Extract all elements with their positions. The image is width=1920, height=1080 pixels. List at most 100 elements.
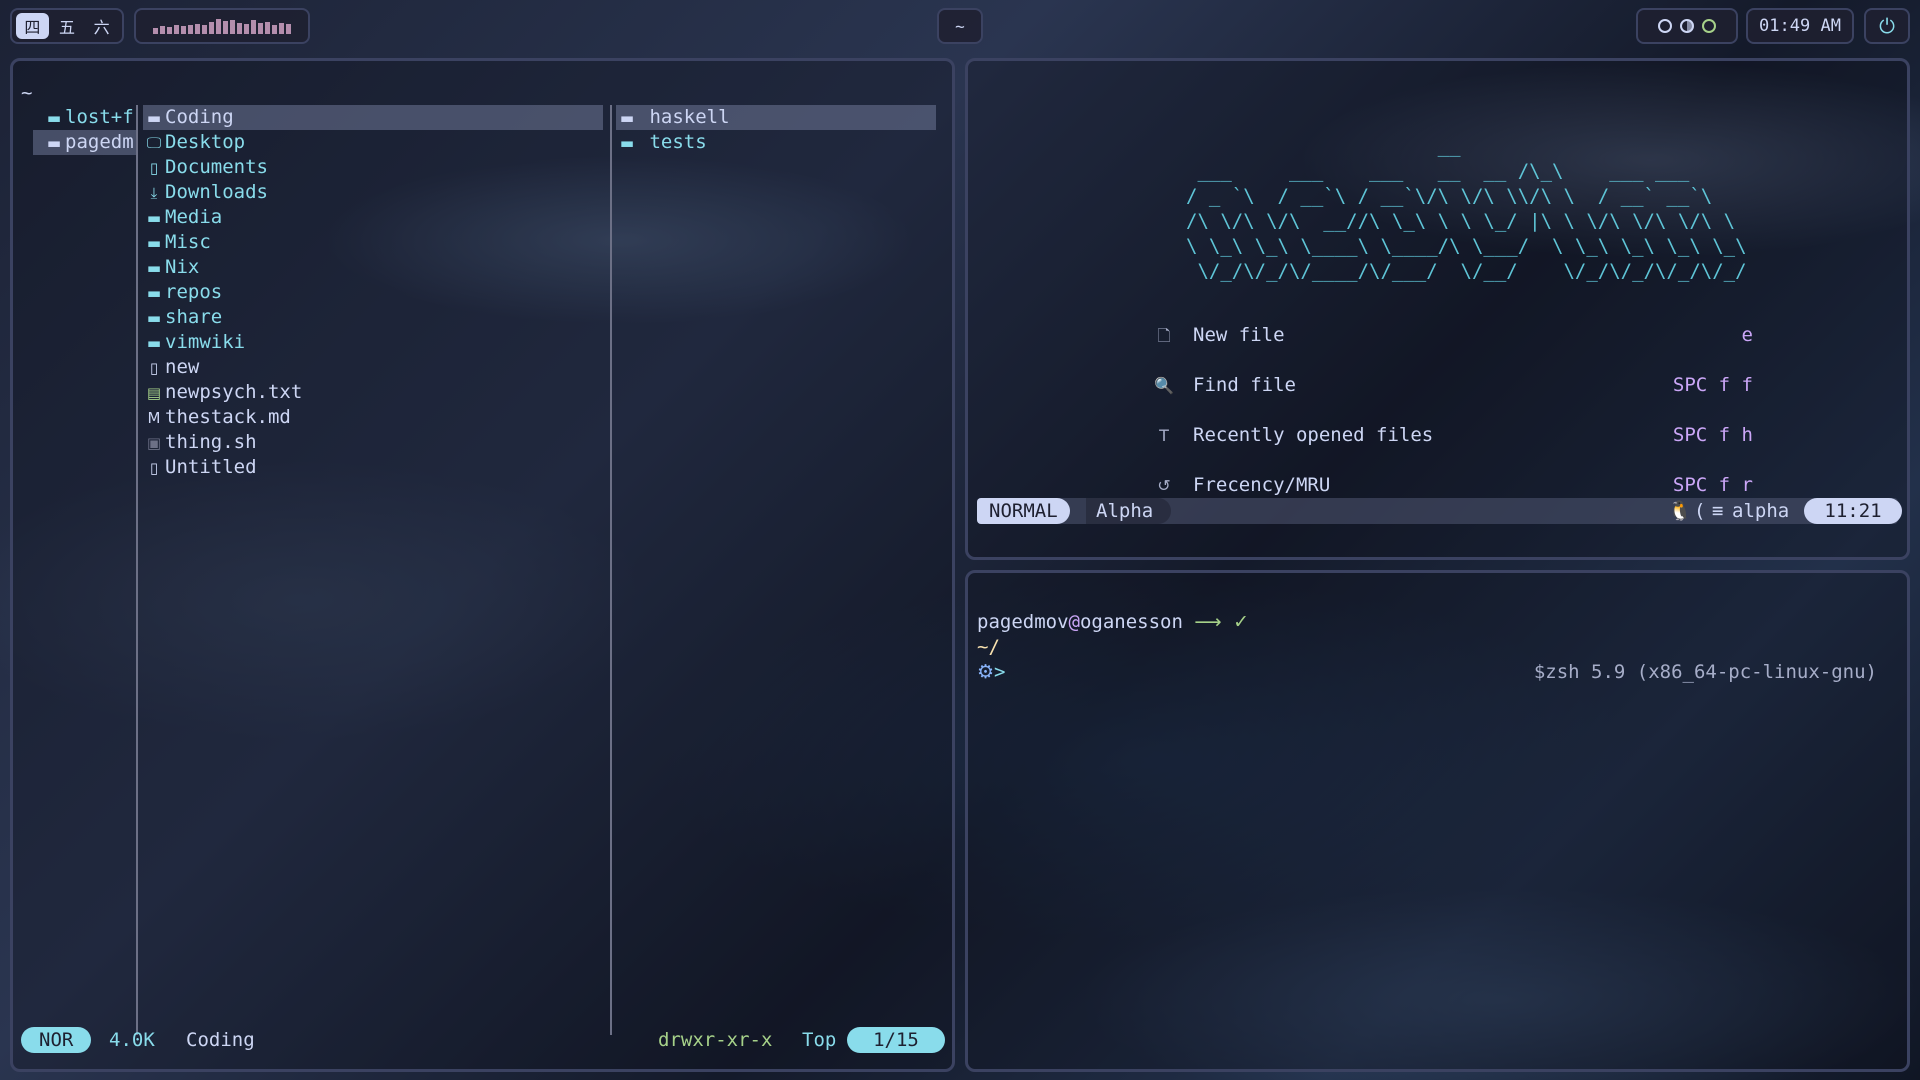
right-prompt: $zsh 5.9 (x86_64-pc-linux-gnu)	[1533, 661, 1877, 683]
file-list-label: Documents	[165, 156, 268, 178]
file-manager-pane[interactable]: ~ ▬ lost+f ▬ pagedm ▬ Coding 🖵 Desktop ▯ Docume…	[10, 58, 955, 1072]
menu-label: New file	[1193, 324, 1285, 346]
file-list-label: share	[165, 306, 223, 328]
file-list-item[interactable]: ▯ Documents	[143, 155, 268, 180]
folder-icon: ▬	[146, 259, 162, 277]
visualizer-bar	[153, 28, 158, 34]
prompt-at: @	[1068, 611, 1080, 633]
file-list-item[interactable]: ▯ Untitled	[143, 455, 257, 480]
parent-item[interactable]: ▬ lost+f	[43, 105, 134, 130]
fm-mode-indicator: NOR	[21, 1027, 92, 1053]
prompt-input-line[interactable]: ⚙>	[977, 660, 1006, 685]
file-list-item[interactable]: ▬ Coding	[143, 105, 603, 130]
frecency-button[interactable]: ↺ Frecency/MRU SPC f r	[1153, 473, 1753, 498]
fm-item-count: 1/15	[847, 1027, 945, 1053]
terminal-pane[interactable]: pagedmov@oganesson ⟶ ✓ ~/ ⚙> $zsh 5.9 (x…	[965, 570, 1910, 1072]
power-button[interactable]: ⏻	[1864, 8, 1910, 44]
file-list-item[interactable]: 🖵 Desktop	[143, 130, 245, 155]
half-circle-icon[interactable]	[1680, 19, 1694, 33]
visualizer-bar	[209, 22, 214, 34]
new-file-button[interactable]: 🗋 New file e	[1153, 323, 1753, 348]
file-list-item[interactable]: ▬ repos	[143, 280, 222, 305]
file-list-label: vimwiki	[165, 331, 246, 353]
file-icon: ▯	[149, 359, 159, 377]
preview-item[interactable]: ▬ haskell	[616, 105, 936, 130]
current-path: ~	[21, 82, 33, 104]
workspace-2-button[interactable]: 五	[51, 13, 84, 39]
new-file-icon: 🗋	[1157, 326, 1171, 345]
clock: 01:49 AM	[1746, 8, 1854, 44]
window-title: ~	[937, 8, 983, 44]
visualizer-bar	[230, 20, 235, 34]
column-divider	[610, 105, 612, 1035]
menu-shortcut: SPC f h	[1672, 424, 1753, 446]
file-list-label: thestack.md	[165, 406, 291, 428]
folder-icon: ▬	[146, 109, 162, 127]
find-file-button[interactable]: 🔍 Find file SPC f f	[1153, 373, 1753, 398]
file-list-label: repos	[165, 281, 223, 303]
file-list-label: Media	[165, 206, 223, 228]
preview-item[interactable]: ▬ tests	[616, 130, 707, 155]
preview-item-label: haskell	[649, 106, 730, 128]
filetype-label: alpha	[1732, 500, 1790, 522]
prompt-host: oganesson	[1079, 611, 1183, 633]
file-list-label: Untitled	[165, 456, 257, 478]
fm-permissions: drwxr-xr-x	[658, 1029, 773, 1051]
linux-icon: 🐧	[1668, 500, 1692, 522]
prompt-user: pagedmov	[977, 611, 1069, 633]
gear-icon: ⚙	[977, 661, 995, 683]
visualizer-bar	[251, 20, 256, 34]
menu-label: Find file	[1193, 374, 1296, 396]
file-list-item[interactable]: Mthestack.md	[143, 405, 291, 430]
file-list-label: Desktop	[165, 131, 246, 153]
file-list-label: thing.sh	[165, 431, 257, 453]
recent-files-button[interactable]: T Recently opened files SPC f h	[1153, 423, 1753, 448]
file-list-item[interactable]: ▬ vimwiki	[143, 330, 245, 355]
file-list-item[interactable]: ▣ thing.sh	[143, 430, 257, 455]
downloads-icon: ⤓	[150, 184, 158, 202]
file-icon: ▯	[149, 459, 159, 477]
file-list-item[interactable]: ▬ Misc	[143, 230, 211, 255]
file-list-item[interactable]: ⤓ Downloads	[143, 180, 268, 205]
documents-icon: ▯	[149, 159, 159, 177]
menu-label: Frecency/MRU	[1193, 474, 1331, 496]
preview-item-label: tests	[649, 131, 707, 153]
check-icon: ✓	[1233, 611, 1249, 633]
editor-pane[interactable]: __ ___ ___ ___ __ __ /\_\ ___ ___ / _ `\…	[965, 58, 1910, 560]
green-circle-icon[interactable]	[1702, 19, 1716, 33]
status-circle-icon[interactable]	[1658, 19, 1672, 33]
visualizer-bar	[244, 24, 249, 34]
filetype-icon: ≡	[1712, 500, 1724, 522]
folder-icon: ▬	[146, 234, 162, 252]
vim-mode-indicator: NORMAL	[977, 498, 1070, 524]
file-list-label: Misc	[165, 231, 211, 253]
neovim-logo: __ ___ ___ ___ __ __ /\_\ ___ ___ / _ `\…	[1186, 135, 1747, 282]
arrow-icon: ⟶	[1194, 611, 1222, 633]
menu-label: Recently opened files	[1193, 424, 1434, 446]
file-list-item[interactable]: ▤ newpsych.txt	[143, 380, 302, 405]
recent-files-icon: T	[1159, 426, 1169, 445]
parent-item-label: lost+f	[65, 106, 134, 128]
menu-shortcut: SPC f r	[1672, 474, 1753, 496]
workspace-3-button[interactable]: 六	[85, 13, 118, 39]
workspace-1-button[interactable]: 四	[16, 13, 49, 39]
file-list-item[interactable]: ▬ share	[143, 305, 222, 330]
history-icon: ↺	[1157, 476, 1171, 495]
file-list-item[interactable]: ▯ new	[143, 355, 199, 380]
file-list-item[interactable]: ▬ Media	[143, 205, 222, 230]
parent-item[interactable]: ▬ pagedm	[33, 130, 136, 155]
file-list-item[interactable]: ▬ Nix	[143, 255, 199, 280]
visualizer-bar	[272, 25, 277, 34]
file-list-label: Nix	[165, 256, 200, 278]
file-list-label: Coding	[165, 106, 234, 128]
find-file-icon: 🔍	[1154, 376, 1174, 395]
column-divider	[136, 105, 138, 1035]
file-list-label: Downloads	[165, 181, 268, 203]
workspace-switcher: 四 五 六	[10, 8, 124, 44]
separator-icon: (	[1694, 500, 1706, 522]
desktop-icon: 🖵	[146, 134, 162, 152]
window-title-text: ~	[955, 16, 965, 36]
folder-icon: ▬	[146, 309, 162, 327]
folder-icon: ▬	[46, 109, 62, 127]
fm-scroll-position: Top	[802, 1029, 837, 1051]
